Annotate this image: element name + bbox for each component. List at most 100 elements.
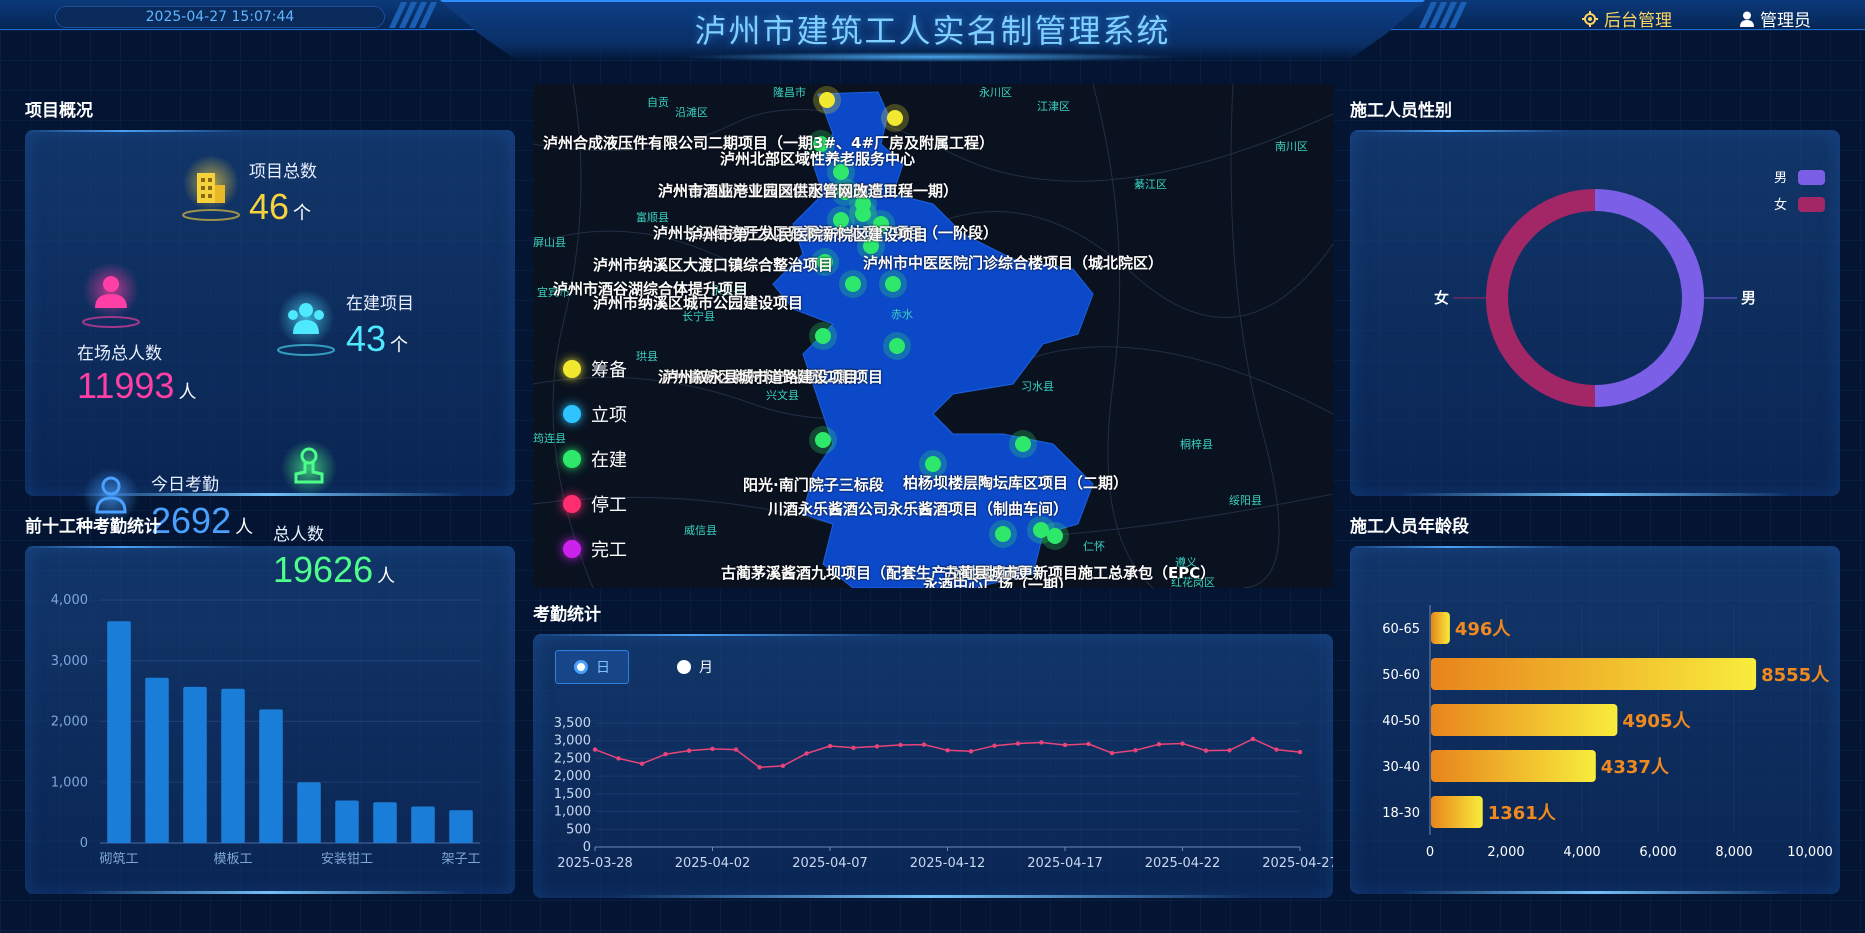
user-menu[interactable]: 管理员: [1740, 6, 1811, 31]
gender-donut-chart: 男女男女: [1434, 170, 1825, 407]
age-x-tick: 4,000: [1563, 845, 1600, 860]
total-projects-number: 46: [249, 186, 290, 227]
trade-title: 前十工种考勤统计: [25, 517, 161, 537]
attendance-point: [968, 749, 974, 754]
map-project-label[interactable]: 泸州市纳溪区城市公园建设项目: [593, 292, 803, 313]
attendance-point: [780, 763, 786, 769]
legend-dot: [563, 540, 581, 558]
map-legend-item[interactable]: 在建: [563, 446, 627, 472]
site-workers-value: 11993 人: [77, 365, 196, 407]
age-x-tick: 8,000: [1715, 845, 1752, 860]
age-bar-chart: 0 2,000 4,000 6,000 8,000 10,000 60-65 496人 50-6…: [1382, 605, 1833, 860]
total-workers-label: 总人数: [273, 525, 324, 545]
attendance-point: [757, 765, 762, 770]
title-glow: [680, 52, 1180, 62]
building-projects-label: 在建项目: [346, 294, 414, 314]
map-marker: [1015, 436, 1031, 452]
trade-x-tick: 砌筑工: [99, 851, 138, 867]
map-marker: [1047, 528, 1063, 544]
user-icon: [1740, 11, 1754, 27]
attendance-x-tick: 2025-03-28: [557, 856, 633, 871]
map-project-label[interactable]: 泸州北部区域性养老服务中心: [720, 148, 915, 169]
trade-bar: [259, 709, 283, 843]
age-title: 施工人员年龄段: [1350, 517, 1469, 537]
trade-bar: [373, 802, 397, 843]
map-project-label[interactable]: 泸州叙永县城市道路建设项目: [663, 366, 858, 387]
attendance-point: [1156, 742, 1162, 747]
gender-slice: [1486, 189, 1596, 407]
age-category-label: 50-60: [1382, 668, 1420, 683]
trade-bar: [449, 810, 473, 843]
attendance-x-tick: 2025-04-17: [1027, 856, 1103, 871]
gender-legend-swatch: [1798, 170, 1825, 185]
attendance-point: [1015, 741, 1021, 746]
gender-slice: [1594, 189, 1704, 407]
map-marker: [995, 526, 1011, 542]
legend-dot: [563, 360, 581, 378]
map-marker: [845, 276, 861, 292]
attendance-y-tick: 3,500: [554, 716, 591, 731]
map-project-label[interactable]: 泸州市纳溪区大渡口镇综合整治项目: [593, 254, 833, 275]
map-marker: [925, 456, 941, 472]
map-marker: [815, 432, 831, 448]
attendance-point: [663, 751, 668, 757]
legend-dot: [563, 450, 581, 468]
map-project-label[interactable]: 川酒永乐酱酒公司永乐酱酒项目（制曲车间）: [768, 498, 1068, 519]
map-project-label[interactable]: 泸州市中医医院门诊综合楼项目（城北院区）: [863, 252, 1163, 273]
map-project-label[interactable]: 永酒中心广场（一期）: [923, 574, 1073, 588]
admin-link[interactable]: 后台管理: [1582, 6, 1672, 31]
gear-icon: [1582, 10, 1598, 27]
map-project-label[interactable]: 柏杨坝楼层陶坛库区项目（二期）: [903, 472, 1128, 493]
attendance-x-tick: 2025-04-27: [1262, 856, 1333, 871]
attendance-series-line: [594, 738, 1301, 769]
map-legend-item[interactable]: 停工: [563, 491, 627, 517]
map-legend-item[interactable]: 完工: [563, 536, 627, 562]
attendance-point: [851, 745, 856, 750]
attendance-point: [921, 742, 927, 747]
project-map[interactable]: 自贡 隆昌市 永川区 江津区 沿滩区 南川区 綦江区 屏山县 富顺县 宜宾市 永善县 长宁县 赤水 珙县兴…: [533, 84, 1333, 588]
attendance-x-tick: 2025-04-07: [792, 856, 868, 871]
gender-legend-label: 女: [1774, 197, 1787, 213]
user-name: 管理员: [1760, 11, 1811, 31]
toggle-day[interactable]: 日: [555, 650, 629, 684]
age-category-label: 18-30: [1382, 806, 1420, 821]
map-marker: [855, 206, 871, 222]
stamp-icon: [278, 440, 340, 506]
header: 2025-04-27 15:07:44 泸州市建筑工人实名制管理系统 后台管理 …: [0, 0, 1865, 70]
total-projects-value: 46 个: [249, 186, 311, 228]
attendance-line-chart: 0 500 1,000 1,500 2,000 2,500 3,000 3,500 2025-0…: [554, 716, 1333, 871]
attendance-point: [945, 748, 950, 753]
gender-legend-swatch: [1798, 197, 1825, 212]
attendance-x-tick: 2025-04-02: [675, 856, 751, 871]
building-icon: [180, 155, 242, 229]
map-project-label[interactable]: 泸州市酒业产业园区供水管网改造工程: [658, 180, 913, 201]
gender-title: 施工人员性别: [1350, 101, 1452, 121]
toggle-month[interactable]: 月: [659, 650, 731, 684]
age-bar: [1431, 750, 1596, 782]
age-bar: [1431, 658, 1757, 690]
attendance-point: [710, 746, 715, 752]
workers-icon: [80, 262, 142, 336]
attendance-point: [1133, 748, 1138, 753]
total-projects-unit: 个: [293, 203, 312, 223]
map-project-label[interactable]: 泸州市第二人民医院新院区建设项目: [688, 224, 928, 245]
map-legend-item[interactable]: 立项: [563, 401, 627, 427]
attendance-point: [898, 742, 903, 748]
trade-bar: [411, 806, 435, 843]
overview-title: 项目概况: [25, 101, 93, 121]
map-marker: [889, 338, 905, 354]
map-legend-item[interactable]: 筹备: [563, 356, 627, 382]
today-attendance-value: 2692 人: [151, 500, 253, 542]
today-attendance-number: 2692: [151, 500, 232, 541]
attendance-point: [616, 756, 621, 761]
age-bar: [1431, 796, 1483, 828]
age-x-tick: 2,000: [1487, 845, 1524, 860]
today-attendance-label: 今日考勤: [151, 475, 219, 495]
trade-y-tick: 2,000: [51, 715, 88, 730]
attendance-point: [592, 747, 598, 752]
map-project-label[interactable]: 阳光·南门院子三标段: [743, 474, 884, 495]
total-projects-label: 项目总数: [249, 162, 317, 182]
trade-bar: [297, 782, 321, 843]
attendance-point: [733, 747, 739, 752]
trade-x-tick: 架子工: [441, 852, 480, 867]
